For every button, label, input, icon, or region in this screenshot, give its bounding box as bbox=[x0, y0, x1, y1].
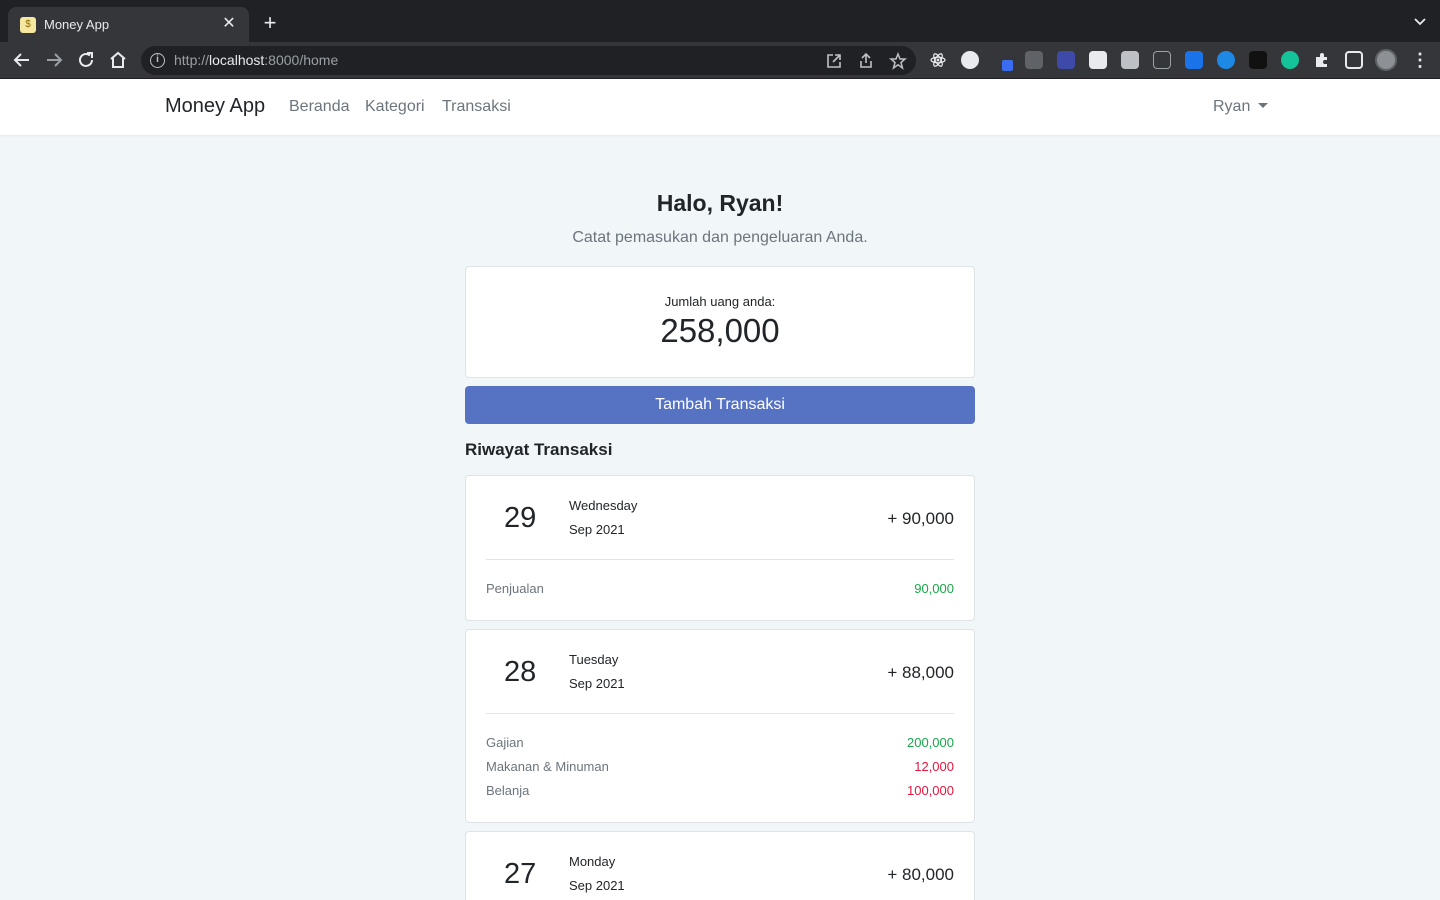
page-title: Halo, Ryan! bbox=[656, 190, 784, 216]
day-month: Sep 2021 bbox=[569, 676, 625, 691]
day-month: Sep 2021 bbox=[569, 878, 625, 893]
react-devtools-icon[interactable] bbox=[929, 51, 947, 69]
day-card-29: 29 Wednesday Sep 2021 + 90,000 Penjualan… bbox=[465, 475, 975, 621]
share-icon[interactable] bbox=[857, 52, 875, 70]
extensions-puzzle-icon[interactable] bbox=[1313, 51, 1331, 69]
transaction-amount: 90,000 bbox=[914, 581, 954, 596]
extension-globe-icon[interactable] bbox=[961, 51, 979, 69]
balance-card: Jumlah uang anda: 258,000 bbox=[465, 266, 975, 378]
transaction-row[interactable]: Gajian 200,000 bbox=[486, 735, 954, 755]
brand-logo[interactable]: Money App bbox=[165, 95, 265, 118]
day-month: Sep 2021 bbox=[569, 522, 625, 537]
forward-arrow-icon[interactable] bbox=[43, 49, 65, 71]
transaction-row[interactable]: Belanja 100,000 bbox=[486, 783, 954, 803]
site-info-icon[interactable]: i bbox=[150, 53, 165, 68]
page-subtitle: Catat pemasukan dan pengeluaran Anda. bbox=[572, 229, 868, 246]
home-icon[interactable] bbox=[107, 49, 129, 71]
day-weekday: Wednesday bbox=[569, 498, 638, 513]
day-total: + 90,000 bbox=[887, 509, 954, 528]
day-card-27: 27 Monday Sep 2021 + 80,000 bbox=[465, 831, 975, 900]
day-number: 27 bbox=[504, 858, 537, 890]
caret-down-icon bbox=[1258, 103, 1269, 108]
transaction-row[interactable]: Makanan & Minuman 12,000 bbox=[486, 759, 954, 779]
close-tab-icon[interactable]: ✕ bbox=[219, 14, 239, 34]
transaction-row[interactable]: Penjualan 90,000 bbox=[486, 581, 954, 601]
back-arrow-icon[interactable] bbox=[11, 49, 33, 71]
add-transaction-button[interactable]: Tambah Transaksi bbox=[465, 386, 975, 424]
day-total: + 80,000 bbox=[887, 865, 954, 884]
address-bar[interactable]: i http://localhost:8000/home bbox=[141, 46, 916, 75]
nav-link-beranda[interactable]: Beranda bbox=[289, 98, 350, 116]
tab-title: Money App bbox=[44, 17, 110, 32]
transaction-category: Makanan & Minuman bbox=[486, 759, 609, 774]
transaction-category: Gajian bbox=[486, 735, 524, 750]
url-text: http://localhost:8000/home bbox=[174, 52, 339, 68]
day-divider bbox=[486, 713, 954, 714]
user-dropdown[interactable]: Ryan bbox=[1213, 98, 1269, 116]
favicon-icon: $ bbox=[20, 17, 36, 33]
notes-extension-icon[interactable] bbox=[1121, 51, 1139, 69]
translate-extension-icon[interactable] bbox=[1185, 51, 1203, 69]
tab-search-chevron-icon[interactable] bbox=[1412, 13, 1428, 29]
day-weekday: Tuesday bbox=[569, 652, 619, 667]
day-number: 28 bbox=[504, 656, 537, 688]
transaction-category: Belanja bbox=[486, 783, 530, 798]
history-title: Riwayat Transaksi bbox=[465, 440, 613, 459]
transaction-amount: 100,000 bbox=[907, 783, 954, 798]
transaction-amount: 12,000 bbox=[914, 759, 954, 774]
browser-toolbar: i http://localhost:8000/home ⋮ bbox=[0, 42, 1440, 79]
open-in-new-icon[interactable] bbox=[825, 52, 843, 70]
nav-link-kategori[interactable]: Kategori bbox=[365, 98, 425, 116]
grammarly-extension-icon[interactable] bbox=[1281, 51, 1299, 69]
side-panel-icon[interactable] bbox=[1345, 51, 1363, 69]
og-extension-icon[interactable] bbox=[1057, 51, 1075, 69]
mail-extension-icon[interactable] bbox=[1153, 51, 1171, 69]
dark-extension-icon[interactable] bbox=[1249, 51, 1267, 69]
day-card-28: 28 Tuesday Sep 2021 + 88,000 Gajian 200,… bbox=[465, 629, 975, 823]
browser-tab[interactable]: $ Money App ✕ bbox=[8, 7, 249, 42]
profile-avatar[interactable] bbox=[1375, 49, 1397, 71]
browser-menu-icon[interactable]: ⋮ bbox=[1411, 50, 1429, 70]
app-navbar: Money App Beranda Kategori Transaksi Rya… bbox=[0, 79, 1440, 135]
nav-link-transaksi[interactable]: Transaksi bbox=[442, 98, 511, 116]
day-number: 29 bbox=[504, 502, 537, 534]
transaction-category: Penjualan bbox=[486, 581, 544, 596]
vpn-extension-icon[interactable] bbox=[1217, 51, 1235, 69]
new-tab-icon[interactable]: + bbox=[259, 12, 281, 34]
bookmark-star-icon[interactable] bbox=[889, 52, 907, 70]
day-divider bbox=[486, 559, 954, 560]
camera-extension-icon[interactable] bbox=[1025, 51, 1043, 69]
user-name: Ryan bbox=[1213, 98, 1251, 115]
reload-icon[interactable] bbox=[75, 49, 97, 71]
day-weekday: Monday bbox=[569, 854, 616, 869]
wappalyzer-extension-icon[interactable] bbox=[1089, 51, 1107, 69]
browser-tab-bar: $ Money App ✕ + bbox=[0, 0, 1440, 42]
transaction-amount: 200,000 bbox=[907, 735, 954, 750]
day-total: + 88,000 bbox=[887, 663, 954, 682]
color-picker-extension-icon[interactable] bbox=[993, 51, 1013, 71]
balance-label: Jumlah uang anda: bbox=[664, 294, 776, 309]
balance-value: 258,000 bbox=[660, 312, 780, 349]
